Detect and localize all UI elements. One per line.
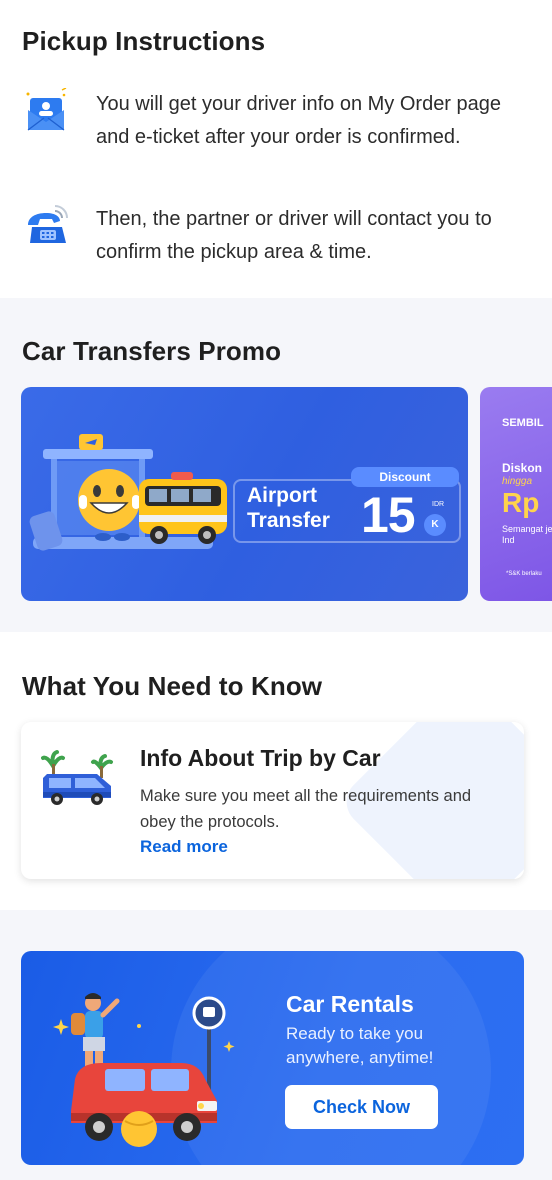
what-you-need-to-know-section: What You Need to Know Info About Trip by… [0, 632, 552, 910]
promo2-terms: *S&K berlaku [506, 571, 542, 577]
car-rentals-title: Car Rentals [286, 991, 414, 1017]
blue-van-icon [41, 750, 113, 805]
promo2-diskon: Diskon [502, 461, 543, 475]
car-rental-illustration [53, 993, 235, 1147]
car-transfers-promo-section: Car Transfers Promo Airport Transfer Dis… [0, 298, 552, 632]
promo2-hingga: hingga [502, 476, 533, 487]
pickup-instructions-title: Pickup Instructions [22, 26, 266, 56]
discount-amount: 15 [361, 487, 416, 543]
telephone-icon [22, 203, 70, 251]
car-transfers-promo-title: Car Transfers Promo [22, 336, 282, 366]
car-rentals-description: Ready to take you anywhere, anytime! [286, 1024, 434, 1067]
read-more-link[interactable]: Read more [140, 837, 228, 857]
discount-currency: IDR [432, 501, 445, 508]
pickup-instruction-text: You will get your driver info on My Orde… [96, 93, 502, 148]
envelope-driver-icon [22, 87, 70, 136]
promo2-title: SEMBIL [502, 417, 544, 429]
discount-unit: K [424, 514, 446, 536]
car-rentals-section: Car Rentals Ready to take you anywhere, … [0, 910, 552, 1180]
promo-banner-airport-transfer[interactable]: Airport Transfer Discount 15 IDR K [21, 387, 468, 601]
info-trip-by-car-card[interactable]: Info About Trip by Car Make sure you mee… [21, 722, 524, 879]
pickup-instructions-section: Pickup Instructions You will get your dr… [0, 0, 552, 298]
pickup-instruction-text: Then, the partner or driver will contact… [96, 208, 492, 263]
check-now-button[interactable]: Check Now [285, 1085, 438, 1129]
promo-headline-text: Airport Transfer [247, 484, 330, 532]
promo-banner-second[interactable]: SEMBIL Diskon hingga Rp Semangat jelajah… [480, 387, 552, 601]
promo2-rp: Rp [502, 487, 540, 518]
what-you-need-to-know-title: What You Need to Know [22, 671, 323, 701]
promo-headline: Airport Transfer [247, 483, 347, 533]
info-card-title: Info About Trip by Car [140, 745, 381, 771]
info-card-description: Make sure you meet all the requirements … [140, 787, 472, 831]
discount-pill: Discount [351, 467, 459, 487]
promo2-tagline: Semangat jelajah Ind [502, 524, 552, 545]
car-rentals-banner[interactable]: Car Rentals Ready to take you anywhere, … [21, 951, 524, 1165]
